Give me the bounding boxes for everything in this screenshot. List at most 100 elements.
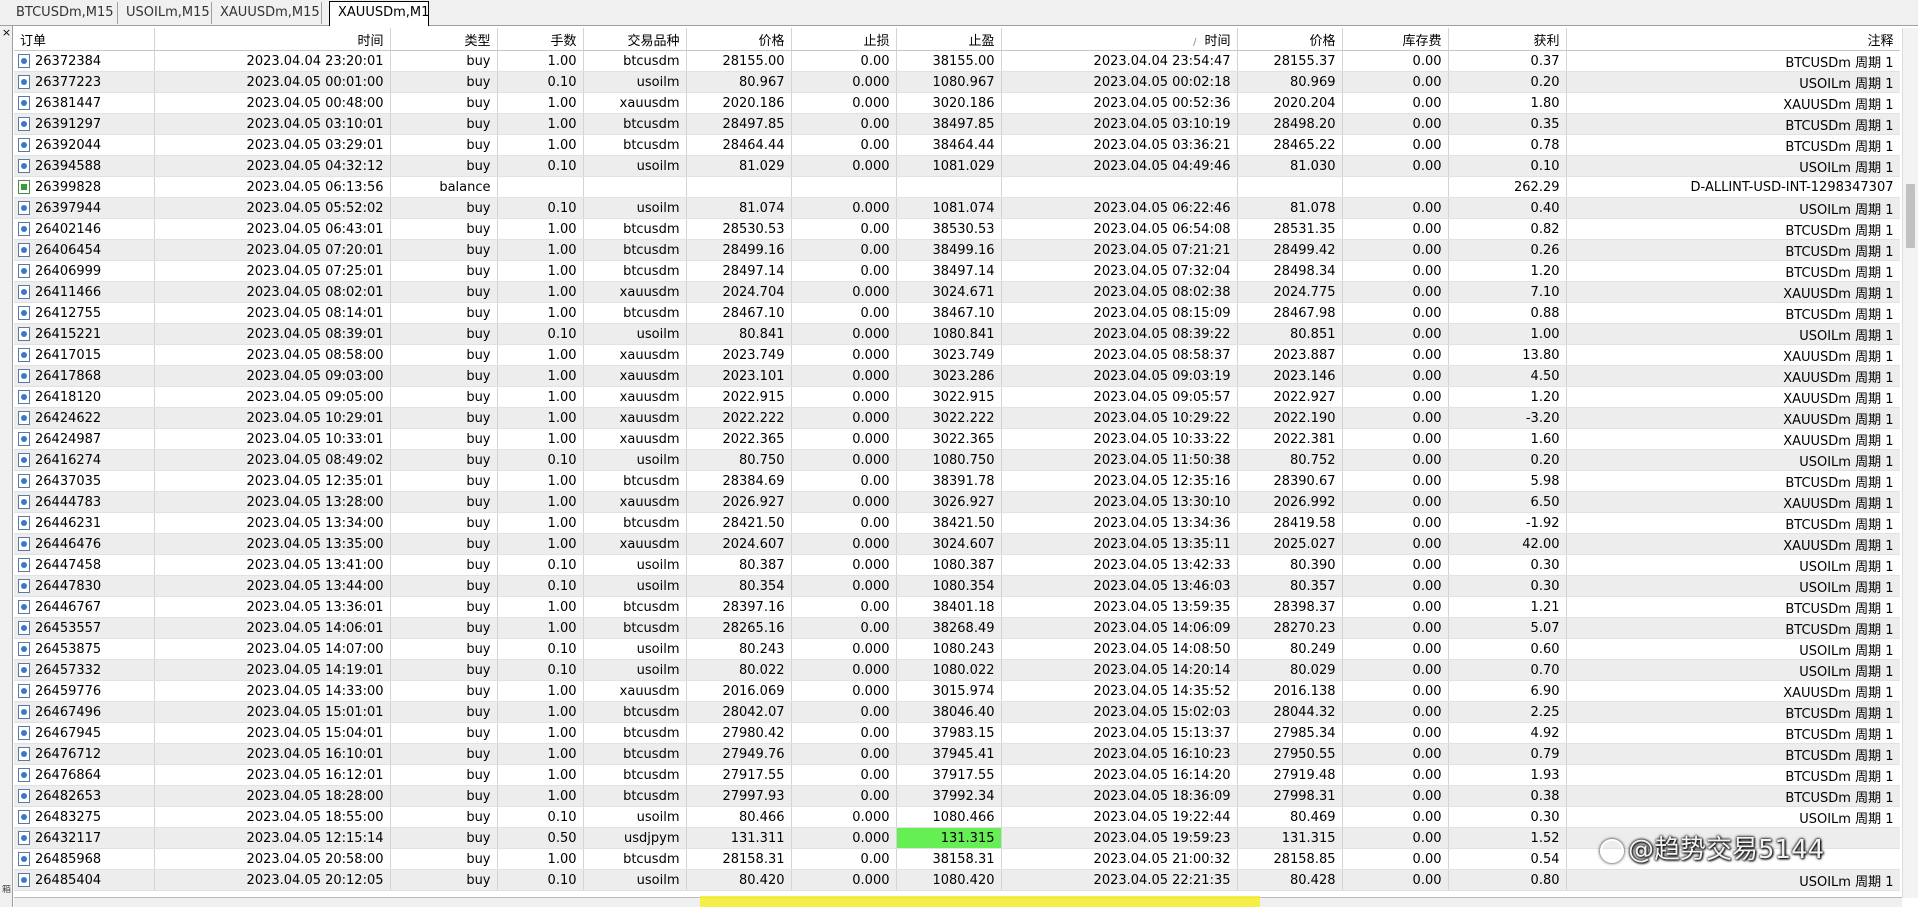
col-header-sl[interactable]: 止损	[791, 28, 897, 51]
col-header-type[interactable]: 类型	[390, 28, 498, 51]
cell-close-price: 27919.48	[1237, 764, 1343, 786]
table-row[interactable]: 26412755 2023.04.05 08:14:01 buy 1.00 btcusd…	[14, 302, 1900, 324]
cell-close-time: 2023.04.05 21:00:32	[1001, 848, 1238, 870]
cell-order: 26412755	[14, 302, 155, 324]
vertical-scrollbar[interactable]	[1902, 28, 1918, 898]
table-row[interactable]: 26402146 2023.04.05 06:43:01 buy 1.00 btcusd…	[14, 218, 1900, 240]
table-row[interactable]: 26397944 2023.04.05 05:52:02 buy 0.10 usoilm…	[14, 197, 1900, 219]
cell-open-time: 2023.04.05 13:41:00	[154, 554, 391, 576]
table-row[interactable]: 26483275 2023.04.05 18:55:00 buy 0.10 usoilm…	[14, 806, 1900, 828]
cell-symbol: xauusdm	[583, 386, 687, 408]
table-row[interactable]: 26394588 2023.04.05 04:32:12 buy 0.10 usoilm…	[14, 155, 1900, 177]
cell-sl: 0.000	[791, 449, 897, 471]
col-header-order[interactable]: 订单	[14, 28, 155, 51]
cell-profit: 1.20	[1448, 386, 1567, 408]
table-row[interactable]: 26476712 2023.04.05 16:10:01 buy 1.00 btcusd…	[14, 743, 1900, 765]
col-header-lots[interactable]: 手数	[497, 28, 584, 51]
cell-comment: BTCUSDm 周期 1	[1566, 239, 1900, 261]
cell-lots: 1.00	[497, 218, 584, 240]
table-header: 订单 时间 类型 手数 交易品种 价格 止损 止盈 / 时间 价格 库存费 获利 …	[14, 28, 1900, 51]
cell-swap: 0.00	[1342, 617, 1449, 639]
table-row[interactable]: 26437035 2023.04.05 12:35:01 buy 1.00 btcusd…	[14, 470, 1900, 492]
cell-tp: 1080.967	[896, 71, 1002, 93]
cell-open-price: 80.967	[686, 71, 792, 93]
cell-symbol: btcusdm	[583, 218, 687, 240]
table-row[interactable]: 26476864 2023.04.05 16:12:01 buy 1.00 btcusd…	[14, 764, 1900, 786]
cell-profit: 6.90	[1448, 680, 1567, 702]
cell-tp: 38497.14	[896, 260, 1002, 282]
order-number: 26406454	[35, 242, 102, 258]
table-row[interactable]: 26467945 2023.04.05 15:04:01 buy 1.00 btcusd…	[14, 722, 1900, 744]
cell-order: 26417015	[14, 344, 155, 366]
table-row[interactable]: 26459776 2023.04.05 14:33:00 buy 1.00 xauusd…	[14, 680, 1900, 702]
cell-open-time: 2023.04.05 00:01:00	[154, 71, 391, 93]
table-row[interactable]: 26418120 2023.04.05 09:05:00 buy 1.00 xauusd…	[14, 386, 1900, 408]
cell-open-price: 2023.101	[686, 365, 792, 387]
cell-type: buy	[390, 701, 498, 723]
col-header-symbol[interactable]: 交易品种	[583, 28, 687, 51]
cell-type: buy	[390, 848, 498, 870]
table-row[interactable]: 26446476 2023.04.05 13:35:00 buy 1.00 xauusd…	[14, 533, 1900, 555]
table-row[interactable]: 26447458 2023.04.05 13:41:00 buy 0.10 usoilm…	[14, 554, 1900, 576]
cell-symbol: xauusdm	[583, 92, 687, 114]
order-icon	[18, 285, 30, 299]
close-icon[interactable]: ×	[1, 27, 12, 39]
table-row[interactable]: 26485404 2023.04.05 20:12:05 buy 0.10 usoilm…	[14, 869, 1900, 891]
table-row[interactable]: 26446231 2023.04.05 13:34:00 buy 1.00 btcusd…	[14, 512, 1900, 534]
cell-sl: 0.000	[791, 533, 897, 555]
table-row[interactable]: 26447830 2023.04.05 13:44:00 buy 0.10 usoilm…	[14, 575, 1900, 597]
balance-row[interactable]: 26399828 2023.04.05 06:13:56 balance 262.29…	[14, 176, 1900, 198]
order-number: 26402146	[35, 221, 102, 237]
table-row[interactable]: 26381447 2023.04.05 00:48:00 buy 1.00 xauusd…	[14, 92, 1900, 114]
order-icon	[18, 768, 30, 782]
col-header-swap[interactable]: 库存费	[1342, 28, 1449, 51]
table-row[interactable]: 26415221 2023.04.05 08:39:01 buy 0.10 usoilm…	[14, 323, 1900, 345]
table-row[interactable]: 26446767 2023.04.05 13:36:01 buy 1.00 btcusd…	[14, 596, 1900, 618]
cell-close-time: 2023.04.05 10:29:22	[1001, 407, 1238, 429]
col-header-tp[interactable]: 止盈	[896, 28, 1002, 51]
cell-close-price: 28465.22	[1237, 134, 1343, 156]
tab-xauusdm-m1[interactable]: XAUUSDm,M1	[329, 1, 429, 26]
table-row[interactable]: 26416274 2023.04.05 08:49:02 buy 0.10 usoilm…	[14, 449, 1900, 471]
cell-open-time: 2023.04.05 14:19:01	[154, 659, 391, 681]
table-row[interactable]: 26444783 2023.04.05 13:28:00 buy 1.00 xauusd…	[14, 491, 1900, 513]
cell-open-time: 2023.04.05 13:34:00	[154, 512, 391, 534]
cell-close-time: 2023.04.05 11:50:38	[1001, 449, 1238, 471]
table-row[interactable]: 26453875 2023.04.05 14:07:00 buy 0.10 usoilm…	[14, 638, 1900, 660]
table-row[interactable]: 26417015 2023.04.05 08:58:00 buy 1.00 xauusd…	[14, 344, 1900, 366]
table-row[interactable]: 26377223 2023.04.05 00:01:00 buy 0.10 usoilm…	[14, 71, 1900, 93]
col-header-profit[interactable]: 获利	[1448, 28, 1567, 51]
col-header-close-time[interactable]: / 时间	[1001, 28, 1238, 51]
table-row[interactable]: 26424622 2023.04.05 10:29:01 buy 1.00 xauusd…	[14, 407, 1900, 429]
table-row[interactable]: 26482653 2023.04.05 18:28:00 buy 1.00 btcusd…	[14, 785, 1900, 807]
col-header-open-price[interactable]: 价格	[686, 28, 792, 51]
cell-profit: 0.79	[1448, 743, 1567, 765]
order-number: 26447830	[35, 578, 102, 594]
tab-usoilm-m15[interactable]: USOILm,M15	[118, 2, 212, 24]
cell-order: 26392044	[14, 134, 155, 156]
table-row[interactable]: 26411466 2023.04.05 08:02:01 buy 1.00 xauusd…	[14, 281, 1900, 303]
tab-xauusdm-m15[interactable]: XAUUSDm,M15	[212, 2, 322, 24]
table-row[interactable]: 26457332 2023.04.05 14:19:01 buy 0.10 usoilm…	[14, 659, 1900, 681]
table-row[interactable]: 26417868 2023.04.05 09:03:00 buy 1.00 xauusd…	[14, 365, 1900, 387]
table-row[interactable]: 26391297 2023.04.05 03:10:01 buy 1.00 btcusd…	[14, 113, 1900, 135]
col-header-open-time[interactable]: 时间	[154, 28, 391, 51]
cell-lots: 1.00	[497, 239, 584, 261]
col-header-comment[interactable]: 注释	[1566, 28, 1900, 51]
cell-order: 26444783	[14, 491, 155, 513]
cell-symbol: btcusdm	[583, 701, 687, 723]
cell-close-price: 28419.58	[1237, 512, 1343, 534]
table-row[interactable]: 26453557 2023.04.05 14:06:01 buy 1.00 btcusd…	[14, 617, 1900, 639]
table-row[interactable]: 26424987 2023.04.05 10:33:01 buy 1.00 xauusd…	[14, 428, 1900, 450]
scrollbar-thumb[interactable]	[1906, 184, 1915, 248]
cell-tp: 3023.286	[896, 365, 1002, 387]
tab-btcusdm-m15[interactable]: BTCUSDm,M15	[8, 2, 118, 24]
table-row[interactable]: 26406454 2023.04.05 07:20:01 buy 1.00 btcusd…	[14, 239, 1900, 261]
col-header-close-price[interactable]: 价格	[1237, 28, 1343, 51]
table-row[interactable]: 26406999 2023.04.05 07:25:01 buy 1.00 btcusd…	[14, 260, 1900, 282]
cell-close-price: 80.469	[1237, 806, 1343, 828]
table-row[interactable]: 26392044 2023.04.05 03:29:01 buy 1.00 btcusd…	[14, 134, 1900, 156]
cell-lots: 0.10	[497, 323, 584, 345]
table-row[interactable]: 26372384 2023.04.04 23:20:01 buy 1.00 btcusd…	[14, 50, 1900, 72]
table-row[interactable]: 26467496 2023.04.05 15:01:01 buy 1.00 btcusd…	[14, 701, 1900, 723]
